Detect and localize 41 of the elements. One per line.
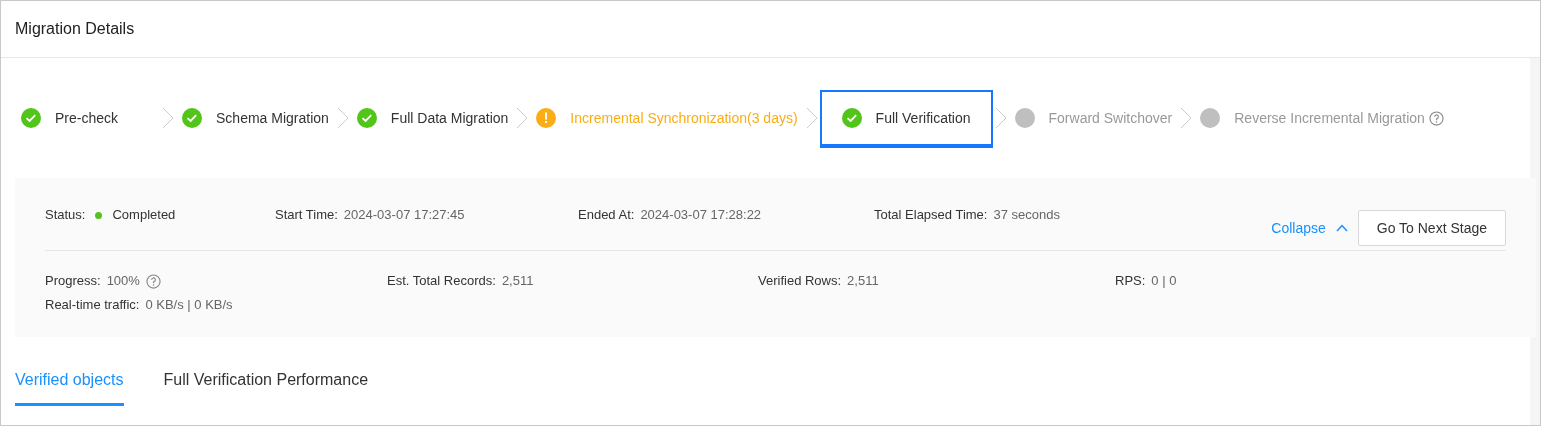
field-label: Total Elapsed Time:	[874, 206, 988, 224]
chevron-icon	[162, 107, 175, 129]
field-label: Start Time:	[275, 206, 338, 224]
field-label: Real-time traffic:	[45, 296, 140, 314]
check-circle-icon	[356, 108, 377, 128]
check-circle-icon	[21, 108, 41, 128]
chevron-up-icon[interactable]	[1335, 224, 1348, 232]
chevron-icon	[516, 107, 529, 129]
field-value: 2024-03-07 17:27:45	[343, 206, 465, 224]
check-circle-icon	[841, 108, 862, 128]
field-value: 2,511	[847, 272, 879, 290]
field-label: Ended At:	[578, 206, 635, 224]
field-value: 2024-03-07 17:28:22	[640, 206, 762, 224]
tab[interactable]: Full Verification Performance	[163, 359, 369, 406]
field-value: 2,511	[501, 272, 534, 290]
page-title: Migration Details	[15, 20, 135, 38]
chevron-icon	[805, 107, 818, 129]
check-circle-icon	[182, 108, 203, 128]
warning-circle-icon	[536, 108, 557, 128]
step-item[interactable]: Schema Migration	[176, 90, 335, 146]
step-item[interactable]: Full Verification	[819, 90, 993, 146]
pending-circle-icon	[1014, 108, 1035, 128]
help-icon[interactable]	[145, 273, 161, 289]
chevron-icon	[994, 107, 1007, 129]
field-label: Progress:	[45, 272, 101, 290]
field-value: 0 KB/s | 0 KB/s	[145, 296, 233, 314]
help-icon[interactable]	[1428, 110, 1444, 126]
pending-circle-icon	[1200, 108, 1221, 128]
field-label: RPS:	[1115, 272, 1146, 290]
field-value: 37 seconds	[993, 206, 1060, 224]
field-label: Verified Rows:	[758, 272, 842, 290]
chevron-icon	[1180, 107, 1193, 129]
next-stage-button[interactable]: Go To Next Stage	[1357, 210, 1506, 246]
field-value: Completed	[112, 206, 176, 224]
chevron-icon	[336, 107, 349, 129]
field-label: Status:	[45, 206, 86, 224]
field-label: Est. Total Records:	[387, 272, 496, 290]
step-item[interactable]: Pre-check	[15, 90, 161, 146]
field-value: 100%	[106, 272, 140, 290]
field-value: 0 | 0	[1151, 272, 1177, 290]
step-item[interactable]: Full Data Migration	[350, 90, 515, 146]
